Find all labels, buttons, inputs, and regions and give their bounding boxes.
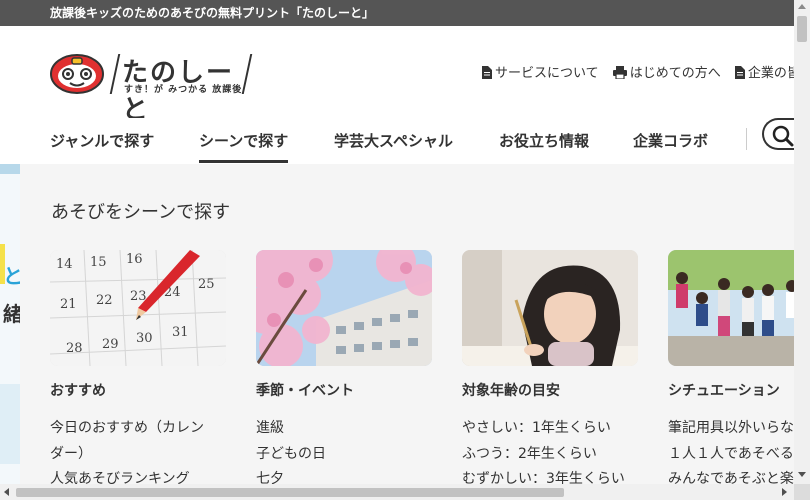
background-char: と bbox=[3, 264, 20, 288]
calendar-number: 30 bbox=[136, 331, 153, 346]
nav-scene[interactable]: シーンで探す bbox=[199, 130, 289, 163]
header-utility-nav: サービスについて はじめての方へ 企業の皆 bbox=[482, 62, 810, 81]
link-solo-play[interactable]: １人１人であそべる bbox=[668, 442, 794, 468]
nav-useful-info[interactable]: お役立ち情報 bbox=[499, 130, 589, 151]
nav-genre[interactable]: ジャンルで探す bbox=[50, 130, 154, 151]
link-childrens-day[interactable]: 子どもの日 bbox=[256, 442, 432, 468]
link-promotion[interactable]: 進級 bbox=[256, 416, 432, 442]
calendar-number: 16 bbox=[126, 252, 143, 267]
header-link-label: 企業の皆 bbox=[747, 66, 800, 81]
column-title: 季節・イベント bbox=[256, 383, 354, 399]
vertical-scrollbar[interactable] bbox=[794, 0, 810, 484]
scroll-left-arrow-icon[interactable] bbox=[4, 488, 9, 496]
site-header: たのしーと すき！が みつかる 放課後 サービスについて はじめての方へ 企業の… bbox=[0, 26, 800, 125]
calendar-number: 31 bbox=[172, 325, 189, 340]
scene-column-situation: シチュエーション 筆記用具以外いらな １人１人であそべる みんなであそぶと楽 bbox=[668, 250, 794, 484]
calendar-number: 29 bbox=[102, 337, 119, 352]
calendar-illustration: 14 15 16 21 22 23 24 25 28 29 30 31 bbox=[50, 250, 226, 366]
scroll-up-arrow-icon[interactable] bbox=[798, 4, 806, 9]
header-link-companies[interactable]: 企業の皆 bbox=[734, 62, 800, 81]
scroll-down-arrow-icon[interactable] bbox=[798, 472, 806, 477]
link-popular-ranking[interactable]: 人気あそびランキング bbox=[50, 467, 226, 484]
search-icon bbox=[772, 125, 794, 147]
header-link-about[interactable]: サービスについて bbox=[482, 62, 599, 81]
scene-column-season-event: 季節・イベント 進級 子どもの日 七夕 bbox=[256, 250, 432, 484]
link-tanabata[interactable]: 七夕 bbox=[256, 467, 432, 484]
card-image-calendar[interactable]: 14 15 16 21 22 23 24 25 28 29 30 31 bbox=[50, 250, 226, 366]
card-image-girl-drawing[interactable] bbox=[462, 250, 638, 366]
girl-drawing-illustration bbox=[462, 250, 638, 366]
top-announcement-bar: 放課後キッズのためのあそびの無料プリント「たのしーと」 bbox=[0, 0, 794, 26]
calendar-number: 21 bbox=[60, 297, 77, 312]
document-icon bbox=[482, 66, 492, 79]
calendar-number: 22 bbox=[96, 293, 113, 308]
scene-column-recommended: 14 15 16 21 22 23 24 25 28 29 30 31 おすすめ… bbox=[50, 250, 226, 484]
horizontal-scroll-thumb[interactable] bbox=[16, 488, 564, 497]
vertical-scroll-thumb[interactable] bbox=[797, 16, 807, 42]
column-title: 対象年齢の目安 bbox=[462, 383, 560, 399]
link-list: やさしい：1年生くらい ふつう：2年生くらい むずかしい：3年生くらい bbox=[462, 416, 638, 484]
link-level-hard[interactable]: むずかしい：3年生くらい bbox=[462, 467, 638, 484]
link-no-supplies[interactable]: 筆記用具以外いらな bbox=[668, 416, 794, 442]
nav-corporate-collab[interactable]: 企業コラボ bbox=[633, 130, 708, 151]
scene-dropdown-panel: あそびをシーンで探す 14 15 16 21 22 23 24 25 28 29… bbox=[20, 164, 794, 484]
link-today-recommend[interactable]: 今日のおすすめ（カレン bbox=[50, 416, 226, 442]
top-bar-text: 放課後キッズのためのあそびの無料プリント「たのしーと」 bbox=[50, 6, 375, 20]
kids-playing-illustration bbox=[668, 250, 794, 366]
background-char: 緒 bbox=[3, 302, 20, 326]
column-title: おすすめ bbox=[50, 383, 106, 399]
calendar-number: 15 bbox=[90, 255, 107, 270]
calendar-number: 28 bbox=[66, 341, 83, 356]
calendar-number: 14 bbox=[56, 257, 73, 272]
nav-divider bbox=[746, 128, 747, 150]
link-list: 進級 子どもの日 七夕 bbox=[256, 416, 432, 484]
background-page-edge: と 緒 bbox=[0, 164, 20, 484]
link-list: 筆記用具以外いらな １人１人であそべる みんなであそぶと楽 bbox=[668, 416, 794, 484]
card-image-cherry-blossom[interactable] bbox=[256, 250, 432, 366]
scene-column-age-target: 対象年齢の目安 やさしい：1年生くらい ふつう：2年生くらい むずかしい：3年生… bbox=[462, 250, 638, 484]
column-title: シチュエーション bbox=[668, 383, 780, 399]
document-icon bbox=[734, 66, 745, 79]
horizontal-scrollbar[interactable] bbox=[0, 484, 794, 500]
link-group-play[interactable]: みんなであそぶと楽 bbox=[668, 467, 794, 484]
header-link-label: サービスについて bbox=[495, 66, 599, 81]
site-logo[interactable]: たのしーと すき！が みつかる 放課後 bbox=[50, 54, 253, 125]
header-link-label: はじめての方へ bbox=[629, 66, 721, 81]
logo-mascot-icon bbox=[50, 54, 104, 94]
global-nav: ジャンルで探す シーンで探す 学芸大スペシャル お役立ち情報 企業コラボ bbox=[0, 118, 802, 164]
calendar-number: 25 bbox=[198, 277, 215, 292]
link-level-easy[interactable]: やさしい：1年生くらい bbox=[462, 416, 638, 442]
link-list: 今日のおすすめ（カレン ダー） 人気あそびランキング bbox=[50, 416, 226, 484]
link-level-normal[interactable]: ふつう：2年生くらい bbox=[462, 442, 638, 468]
scroll-right-arrow-icon[interactable] bbox=[782, 488, 787, 496]
scrollbar-corner bbox=[794, 484, 810, 500]
printer-icon bbox=[612, 66, 627, 79]
header-link-first-time[interactable]: はじめての方へ bbox=[612, 62, 721, 81]
logo-tagline: すき！が みつかる 放課後 bbox=[124, 85, 243, 95]
cherry-blossom-illustration bbox=[256, 250, 432, 366]
link-today-recommend-cont[interactable]: ダー） bbox=[50, 442, 226, 468]
panel-title: あそびをシーンで探す bbox=[51, 202, 231, 223]
nav-gakugeidai-special[interactable]: 学芸大スペシャル bbox=[334, 130, 453, 151]
card-image-kids-playing[interactable] bbox=[668, 250, 794, 366]
